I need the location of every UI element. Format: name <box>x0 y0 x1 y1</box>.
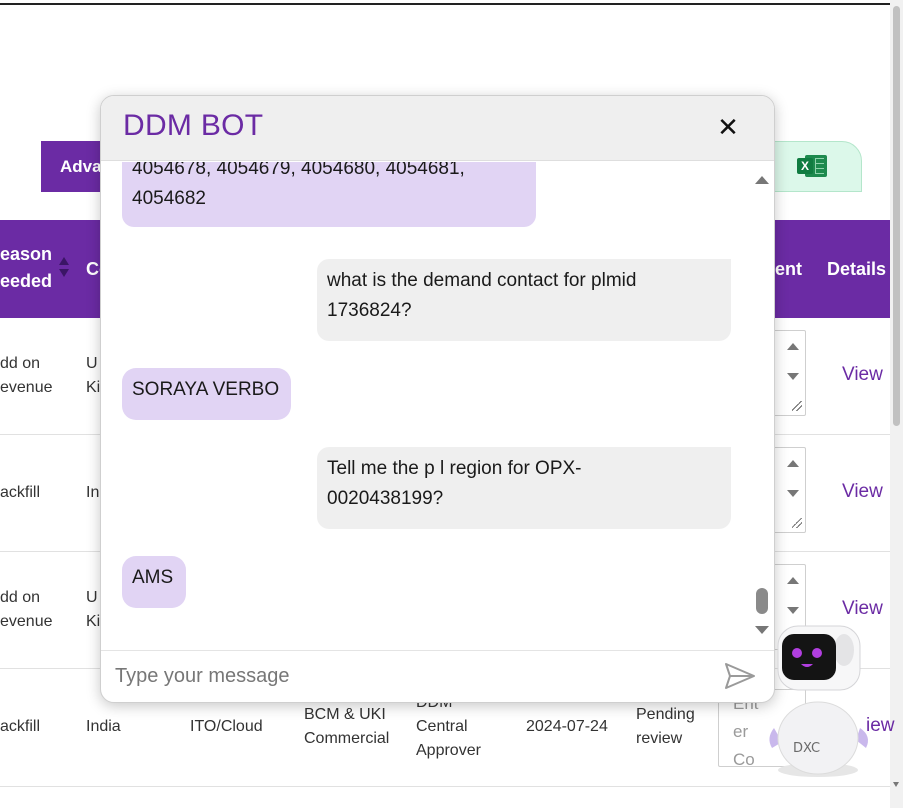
send-icon[interactable] <box>723 661 757 691</box>
chat-scrollbar-thumb[interactable] <box>756 588 768 614</box>
message-line: 4054678, 4054679, 4054680, 4054681, <box>132 162 465 179</box>
message-line: what is the demand contact for plmid <box>327 270 637 291</box>
excel-icon: X <box>797 153 829 179</box>
cell-country: India <box>86 718 121 735</box>
cell-reason: dd on <box>0 355 41 372</box>
header-reason-line1: eason <box>0 244 53 264</box>
scroll-down-arrow-icon[interactable] <box>893 782 899 787</box>
cell-status: Pending <box>636 706 695 723</box>
message-line: 0020438199? <box>327 488 444 509</box>
view-link[interactable]: View <box>842 364 883 386</box>
header-comment: ent <box>775 259 802 279</box>
cell-country: U <box>86 355 98 372</box>
cell-unit: BCM & UKI <box>304 706 386 723</box>
chat-title: DDM BOT <box>123 109 264 142</box>
mascot-logo: DXC <box>793 741 820 756</box>
cell-country: In <box>86 484 100 501</box>
cell-country: Ki <box>86 613 101 630</box>
chat-scrollbar[interactable] <box>753 162 771 650</box>
spinner-icon[interactable] <box>784 331 804 411</box>
view-link[interactable]: View <box>842 481 883 503</box>
bot-message: AMS <box>122 556 186 608</box>
close-icon[interactable]: ✕ <box>713 112 743 142</box>
spinner-icon[interactable] <box>784 448 804 528</box>
cell-country: Ki <box>86 379 101 396</box>
cell-tower: ITO/Cloud <box>190 718 263 735</box>
page-scrollbar-thumb[interactable] <box>893 6 900 426</box>
robot-icon[interactable]: DXC <box>760 620 890 780</box>
user-message: what is the demand contact for plmid 173… <box>317 259 731 341</box>
message-line: AMS <box>132 567 174 588</box>
header-reason-line2: eeded <box>0 271 53 291</box>
page-scrollbar[interactable] <box>890 0 903 808</box>
cell-date: 2024-07-24 <box>526 718 608 735</box>
header-details: Details <box>827 259 887 279</box>
cell-reason: evenue <box>0 379 53 396</box>
cell-approver: Central <box>416 718 468 735</box>
cell-approver: Approver <box>416 742 481 759</box>
chatbot-window: DDM BOT ✕ 4054678, 4054679, 4054680, 405… <box>100 95 775 703</box>
message-line: 4054682 <box>132 188 206 209</box>
user-message: Tell me the p l region for OPX- 00204381… <box>317 447 731 529</box>
cell-reason: evenue <box>0 613 53 630</box>
bot-message: SORAYA VERBO <box>122 368 291 420</box>
message-line: SORAYA VERBO <box>132 379 280 400</box>
cell-reason: ackfill <box>0 484 41 501</box>
cell-unit: Commercial <box>304 730 390 747</box>
view-link[interactable]: View <box>842 598 883 620</box>
top-divider <box>0 3 890 5</box>
message-line: 1736824? <box>327 300 412 321</box>
sort-icon[interactable] <box>59 257 69 279</box>
chat-header: DDM BOT ✕ <box>101 96 774 161</box>
cell-status: review <box>636 730 683 747</box>
scroll-up-arrow-icon[interactable] <box>755 176 769 184</box>
chat-message-input[interactable] <box>115 659 675 693</box>
chat-input-area <box>101 650 774 702</box>
chat-messages: 4054678, 4054679, 4054680, 4054681, 4054… <box>101 162 774 650</box>
cell-country: U <box>86 589 98 606</box>
cell-reason: ackfill <box>0 718 41 735</box>
export-excel-button[interactable]: X <box>760 141 862 192</box>
cell-reason: dd on <box>0 589 41 606</box>
bot-message: 4054678, 4054679, 4054680, 4054681, 4054… <box>122 162 536 227</box>
message-line: Tell me the p l region for OPX- <box>327 458 582 479</box>
